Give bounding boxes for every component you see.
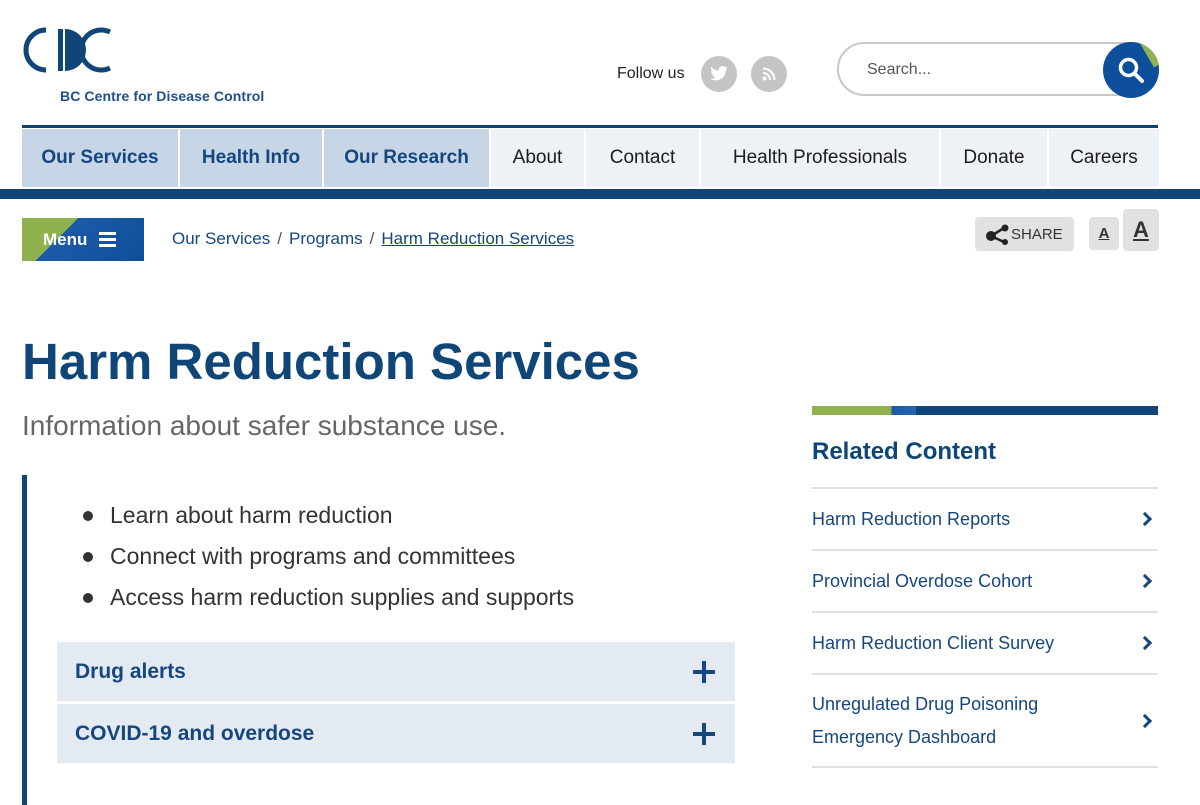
main-nav: Our Services Health Info Our Research Ab… [22, 129, 1159, 187]
menu-label: Menu [43, 229, 88, 249]
search-button[interactable] [1103, 42, 1159, 98]
accordion-covid-overdose[interactable]: COVID-19 and overdose [57, 704, 735, 763]
nav-donate[interactable]: Donate [941, 129, 1047, 187]
nav-contact[interactable]: Contact [586, 129, 699, 187]
nav-top-divider [22, 125, 1158, 128]
related-link-drug-poisoning-dashboard[interactable]: Unregulated Drug Poisoning Emergency Das… [812, 673, 1158, 768]
bullet-icon [83, 510, 93, 521]
nav-bottom-bar [0, 189, 1200, 199]
nav-careers[interactable]: Careers [1049, 129, 1159, 187]
accordion-label: Drug alerts [75, 659, 186, 683]
follow-us: Follow us [617, 56, 801, 92]
page-subtitle: Information about safer substance use. [22, 410, 507, 441]
nav-our-research[interactable]: Our Research [324, 129, 489, 187]
bullet-icon [83, 592, 93, 603]
search-box [837, 42, 1159, 98]
accordion-drug-alerts[interactable]: Drug alerts [57, 642, 735, 701]
nav-health-info[interactable]: Health Info [180, 129, 322, 187]
bccdc-logo[interactable]: BC Centre for Disease Control [22, 26, 282, 110]
related-content-list: Harm Reduction Reports Provincial Overdo… [812, 487, 1158, 768]
chevron-right-icon [1137, 511, 1153, 527]
plus-icon [693, 660, 715, 683]
bullet-text: Access harm reduction supplies and suppo… [110, 584, 575, 610]
search-input[interactable] [867, 58, 1087, 82]
page-title: Harm Reduction Services [22, 333, 640, 390]
related-link-provincial-overdose-cohort[interactable]: Provincial Overdose Cohort [812, 549, 1158, 611]
bccdc-logo-mark [23, 27, 112, 73]
related-content-accent-bar [812, 406, 1158, 415]
list-item: Connect with programs and committees [83, 536, 574, 577]
rss-icon[interactable] [750, 56, 787, 92]
breadcrumb-our-services[interactable]: Our Services [172, 229, 270, 249]
share-icon [986, 224, 1009, 245]
breadcrumb-current[interactable]: Harm Reduction Services [381, 229, 574, 249]
logo-text: BC Centre for Disease Control [60, 88, 265, 104]
chevron-right-icon [1137, 713, 1153, 728]
intro-bullet-list: Learn about harm reduction Connect with … [83, 495, 574, 618]
plus-icon [693, 722, 715, 745]
nav-our-services[interactable]: Our Services [22, 129, 178, 187]
site-header: BC Centre for Disease Control Follow us [0, 0, 1200, 126]
share-button[interactable]: SHARE [975, 217, 1074, 251]
share-label: SHARE [1011, 225, 1063, 243]
bullet-icon [83, 551, 93, 562]
related-link-label: Harm Reduction Client Survey [812, 632, 1055, 653]
breadcrumb-programs[interactable]: Programs [289, 229, 363, 249]
bullet-text: Learn about harm reduction [110, 502, 393, 528]
breadcrumb-separator: / [369, 229, 375, 248]
follow-label: Follow us [617, 65, 685, 82]
list-item: Learn about harm reduction [83, 495, 574, 536]
related-link-label: Provincial Overdose Cohort [812, 570, 1033, 591]
menu-button[interactable]: Menu [22, 218, 144, 261]
chevron-right-icon [1137, 635, 1153, 651]
chevron-right-icon [1137, 573, 1153, 589]
related-content-title: Related Content [812, 438, 997, 465]
related-link-harm-reduction-reports[interactable]: Harm Reduction Reports [812, 487, 1158, 549]
twitter-icon[interactable] [700, 56, 737, 92]
accordion-label: COVID-19 and overdose [75, 721, 315, 745]
related-link-label: Unregulated Drug Poisoning Emergency Das… [812, 693, 1039, 747]
list-item: Access harm reduction supplies and suppo… [83, 577, 574, 618]
hamburger-icon [99, 232, 117, 247]
related-link-client-survey[interactable]: Harm Reduction Client Survey [812, 611, 1158, 673]
bullet-text: Connect with programs and committees [110, 543, 516, 569]
nav-about[interactable]: About [491, 129, 584, 187]
related-link-label: Harm Reduction Reports [812, 508, 1011, 529]
font-size-small-button[interactable]: A [1089, 217, 1119, 250]
nav-health-professionals[interactable]: Health Professionals [701, 129, 939, 187]
breadcrumb-separator: / [277, 229, 282, 248]
breadcrumb: Our Services / Programs / Harm Reduction… [172, 229, 574, 249]
font-size-large-button[interactable]: A [1123, 209, 1159, 251]
search-icon [1118, 57, 1144, 83]
